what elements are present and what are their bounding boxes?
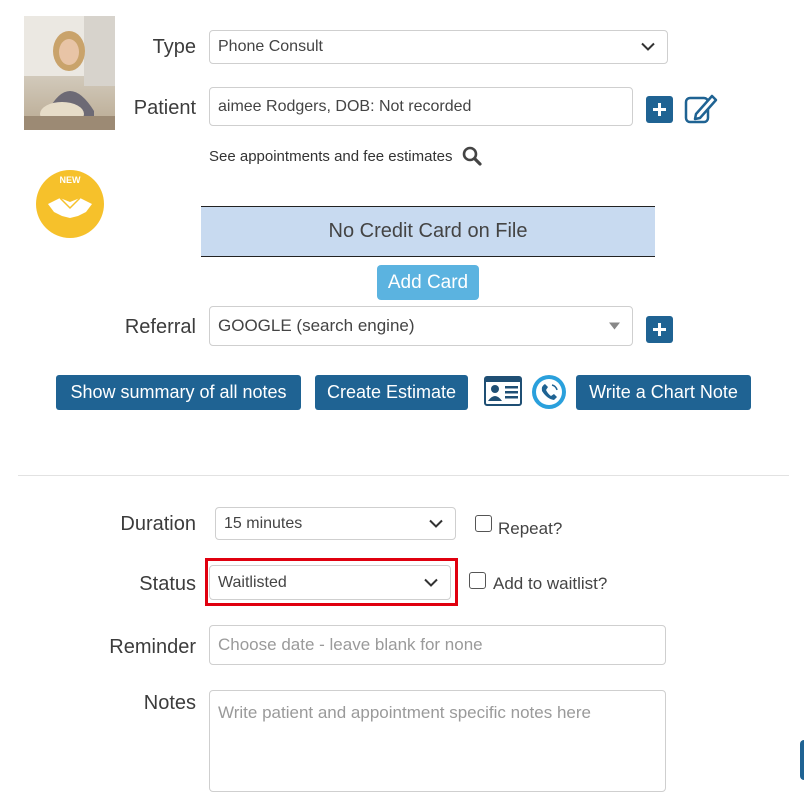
- section-divider: [18, 475, 789, 476]
- patient-photo: [24, 16, 115, 130]
- patient-label: Patient: [133, 97, 196, 119]
- plus-icon: [653, 103, 666, 116]
- new-badge-text: NEW: [59, 175, 81, 185]
- repeat-checkbox[interactable]: [475, 515, 492, 532]
- write-chart-note-label: Write a Chart Note: [589, 382, 738, 402]
- create-estimate-button[interactable]: Create Estimate: [315, 375, 468, 410]
- patient-field-value: aimee Rodgers, DOB: Not recorded: [218, 97, 472, 115]
- add-to-waitlist-label: Add to waitlist?: [493, 574, 608, 593]
- add-patient-button[interactable]: [646, 96, 673, 123]
- type-select[interactable]: Phone Consult: [209, 30, 668, 64]
- create-estimate-label: Create Estimate: [326, 382, 457, 402]
- credit-card-text: No Credit Card on File: [328, 220, 528, 242]
- notes-label: Notes: [143, 692, 196, 714]
- add-card-button[interactable]: Add Card: [377, 265, 479, 300]
- add-card-label: Add Card: [387, 271, 469, 293]
- referral-label: Referral: [124, 316, 196, 338]
- show-summary-button[interactable]: Show summary of all notes: [56, 375, 301, 410]
- status-select-value: Waitlisted: [218, 573, 287, 591]
- show-summary-label: Show summary of all notes: [70, 382, 287, 402]
- add-to-waitlist-checkbox[interactable]: [469, 572, 486, 589]
- search-icon: [462, 146, 482, 166]
- chevron-down-icon: [641, 42, 655, 51]
- credit-card-status: No Credit Card on File: [201, 206, 655, 257]
- edit-patient-button[interactable]: [684, 92, 718, 124]
- patient-field[interactable]: aimee Rodgers, DOB: Not recorded: [209, 87, 633, 126]
- see-appointments-text: See appointments and fee estimates: [209, 147, 453, 165]
- duration-select[interactable]: 15 minutes: [215, 507, 456, 540]
- chevron-down-icon: [424, 578, 438, 587]
- type-label: Type: [152, 36, 196, 58]
- referral-select-value: GOOGLE (search engine): [218, 316, 415, 335]
- chevron-down-icon: [429, 519, 443, 528]
- help-widget-button[interactable]: [800, 740, 804, 780]
- reminder-label: Reminder: [109, 636, 196, 658]
- caret-down-icon: [609, 322, 620, 330]
- plus-icon: [653, 323, 666, 336]
- add-referral-button[interactable]: [646, 316, 673, 343]
- status-select[interactable]: Waitlisted: [209, 565, 451, 600]
- type-select-value: Phone Consult: [218, 38, 323, 55]
- repeat-label: Repeat?: [498, 519, 563, 538]
- duration-select-value: 15 minutes: [224, 514, 303, 532]
- reminder-date-input[interactable]: [209, 625, 666, 665]
- see-appointments-link[interactable]: See appointments and fee estimates: [209, 146, 482, 166]
- id-card-icon: [484, 376, 522, 406]
- call-button[interactable]: [531, 374, 567, 410]
- notes-textarea[interactable]: [209, 690, 666, 792]
- status-label: Status: [139, 573, 196, 595]
- edit-document-icon: [684, 94, 718, 124]
- referral-select[interactable]: GOOGLE (search engine): [209, 306, 633, 346]
- phone-call-icon: [532, 375, 566, 409]
- duration-label: Duration: [120, 513, 196, 535]
- write-chart-note-button[interactable]: Write a Chart Note: [576, 375, 751, 410]
- patient-card-button[interactable]: [484, 376, 522, 406]
- new-feature-badge[interactable]: NEW: [34, 168, 106, 240]
